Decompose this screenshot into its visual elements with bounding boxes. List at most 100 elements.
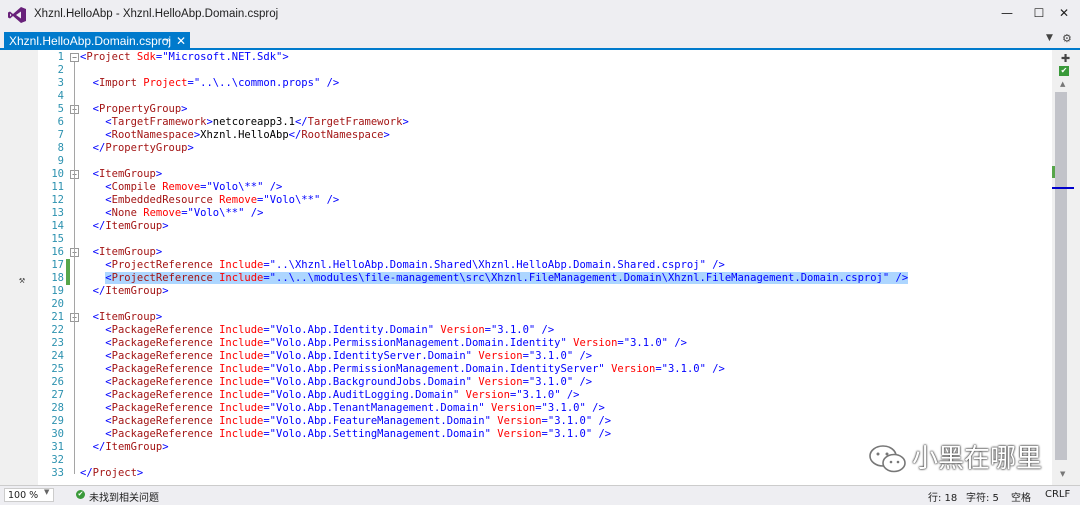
code-text: <ProjectReference Include="..\Xhznl.Hell… [105, 259, 725, 271]
scrollbar-thumb[interactable] [1055, 92, 1067, 460]
title-bar: Xhznl.HelloAbp - Xhznl.HelloAbp.Domain.c… [0, 0, 1080, 30]
code-line[interactable]: 12 <EmbeddedResource Remove="Volo\**" /> [0, 194, 1052, 207]
outline-guide [74, 257, 75, 292]
code-line[interactable]: 17 <ProjectReference Include="..\Xhznl.H… [0, 259, 1052, 272]
code-line[interactable]: 14 </ItemGroup> [0, 220, 1052, 233]
code-text: <RootNamespace>Xhznl.HelloAbp</RootNames… [105, 129, 390, 141]
line-number: 2 [57, 64, 64, 76]
code-text: <PackageReference Include="Volo.Abp.Iden… [105, 324, 555, 336]
whitespace-mode[interactable]: 空格 [1011, 489, 1031, 504]
line-number: 11 [51, 181, 64, 193]
pin-icon[interactable]: ⊸ [162, 32, 170, 50]
minimize-button[interactable]: — [998, 4, 1016, 22]
zoom-value: 100 % [8, 490, 39, 501]
tab-close-icon[interactable]: ✕ [176, 32, 186, 50]
chevron-down-icon[interactable]: ▼ [44, 488, 49, 496]
code-line[interactable]: 7 <RootNamespace>Xhznl.HelloAbp</RootNam… [0, 129, 1052, 142]
line-ending[interactable]: CRLF [1045, 489, 1070, 500]
line-number: 30 [51, 428, 64, 440]
code-text: </ItemGroup> [92, 285, 169, 297]
code-line[interactable]: 21− <ItemGroup> [0, 311, 1052, 324]
code-editor[interactable]: 1− <Project Sdk="Microsoft.NET.Sdk"> 2 3 <I… [0, 50, 1052, 485]
code-text: <Compile Remove="Volo\**" /> [105, 181, 283, 193]
code-text: <ItemGroup> [92, 311, 163, 323]
scroll-down-icon[interactable]: ▼ [1060, 470, 1065, 478]
code-line[interactable]: 2 [0, 64, 1052, 77]
code-text: <PropertyGroup> [92, 103, 188, 115]
code-line[interactable]: 22 <PackageReference Include="Volo.Abp.I… [0, 324, 1052, 337]
tab-domain-csproj[interactable]: Xhznl.HelloAbp.Domain.csproj ⊸ ✕ [4, 32, 190, 50]
line-number: 21 [51, 311, 64, 323]
code-line[interactable]: 19 </ItemGroup> [0, 285, 1052, 298]
code-line[interactable]: 1− <Project Sdk="Microsoft.NET.Sdk"> [0, 51, 1052, 64]
line-number: 25 [51, 363, 64, 375]
code-line[interactable]: 29 <PackageReference Include="Volo.Abp.F… [0, 415, 1052, 428]
close-window-button[interactable]: ✕ [1055, 4, 1073, 22]
code-line[interactable]: 25 <PackageReference Include="Volo.Abp.P… [0, 363, 1052, 376]
code-line[interactable]: 10− <ItemGroup> [0, 168, 1052, 181]
code-line[interactable]: 13 <None Remove="Volo\**" /> [0, 207, 1052, 220]
line-number: 10 [51, 168, 64, 180]
code-line[interactable]: 3 <Import Project="..\..\common.props" /… [0, 77, 1052, 90]
line-number: 14 [51, 220, 64, 232]
line-number: 9 [57, 155, 64, 167]
code-text: <TargetFramework>netcoreapp3.1</TargetFr… [105, 116, 409, 128]
selected-text: <ProjectReference Include="..\..\modules… [105, 272, 909, 284]
code-line[interactable]: 5− <PropertyGroup> [0, 103, 1052, 116]
scroll-up-icon[interactable]: ▲ [1060, 80, 1065, 88]
code-line[interactable]: 8 </PropertyGroup> [0, 142, 1052, 155]
code-line[interactable]: 18 ⚒ <ProjectReference Include="..\..\mod… [0, 272, 1052, 286]
line-number: 13 [51, 207, 64, 219]
line-number: 27 [51, 389, 64, 401]
collapse-icon[interactable]: − [70, 53, 79, 62]
check-circle-icon: ✔ [76, 490, 85, 499]
code-text: </ItemGroup> [92, 220, 169, 232]
change-marker [1052, 166, 1055, 178]
code-text: <ItemGroup> [92, 246, 163, 258]
line-number: 20 [51, 298, 64, 310]
line-number: 6 [57, 116, 64, 128]
vertical-scrollbar[interactable]: ✚ ✔ ▲ ▼ [1052, 50, 1080, 485]
tab-overflow-dropdown-icon[interactable]: ▼ [1046, 33, 1053, 43]
caret-position-marker [1052, 187, 1074, 189]
code-line[interactable]: 20 [0, 298, 1052, 311]
status-bar: 100 % ▼ ✔ 未找到相关问题 行: 18 字符: 5 空格 CRLF [0, 485, 1080, 505]
code-text: <EmbeddedResource Remove="Volo\**" /> [105, 194, 340, 206]
code-text: <PackageReference Include="Volo.Abp.Sett… [105, 428, 612, 440]
line-number: 5 [57, 103, 64, 115]
tab-label: Xhznl.HelloAbp.Domain.csproj [9, 34, 172, 48]
code-text: </ItemGroup> [92, 441, 169, 453]
line-number: 33 [51, 467, 64, 479]
code-text: <PackageReference Include="Volo.Abp.Audi… [105, 389, 580, 401]
line-number: 4 [57, 90, 64, 102]
code-line[interactable]: 15 [0, 233, 1052, 246]
code-line[interactable]: 24 <PackageReference Include="Volo.Abp.I… [0, 350, 1052, 363]
code-line[interactable]: 9 [0, 155, 1052, 168]
split-window-icon[interactable]: ✚ [1061, 52, 1070, 65]
document-tab-bar: Xhznl.HelloAbp.Domain.csproj ⊸ ✕ ▼ ⚙ [0, 30, 1080, 50]
watermark-text: 小黑在哪里 [912, 444, 1043, 474]
line-number: 18 [51, 272, 64, 284]
issues-status-text[interactable]: 未找到相关问题 [89, 489, 159, 504]
code-line[interactable]: 26 <PackageReference Include="Volo.Abp.B… [0, 376, 1052, 389]
line-number: 24 [51, 350, 64, 362]
code-line[interactable]: 27 <PackageReference Include="Volo.Abp.A… [0, 389, 1052, 402]
code-line[interactable]: 11 <Compile Remove="Volo\**" /> [0, 181, 1052, 194]
gear-icon[interactable]: ⚙ [1062, 32, 1072, 45]
line-number: 32 [51, 454, 64, 466]
line-number: 7 [57, 129, 64, 141]
line-number: 3 [57, 77, 64, 89]
code-text: <PackageReference Include="Volo.Abp.Tena… [105, 402, 605, 414]
code-line[interactable]: 4 [0, 90, 1052, 103]
maximize-button[interactable]: ☐ [1030, 4, 1048, 22]
code-line[interactable]: 16− <ItemGroup> [0, 246, 1052, 259]
code-text: <PackageReference Include="Volo.Abp.Feat… [105, 415, 612, 427]
line-number: 23 [51, 337, 64, 349]
line-number: 12 [51, 194, 64, 206]
code-line[interactable]: 23 <PackageReference Include="Volo.Abp.P… [0, 337, 1052, 350]
code-line[interactable]: 28 <PackageReference Include="Volo.Abp.T… [0, 402, 1052, 415]
outline-guide [74, 179, 75, 227]
code-line[interactable]: 6 <TargetFramework>netcoreapp3.1</Target… [0, 116, 1052, 129]
line-number: 16 [51, 246, 64, 258]
code-line[interactable]: 30 <PackageReference Include="Volo.Abp.S… [0, 428, 1052, 441]
